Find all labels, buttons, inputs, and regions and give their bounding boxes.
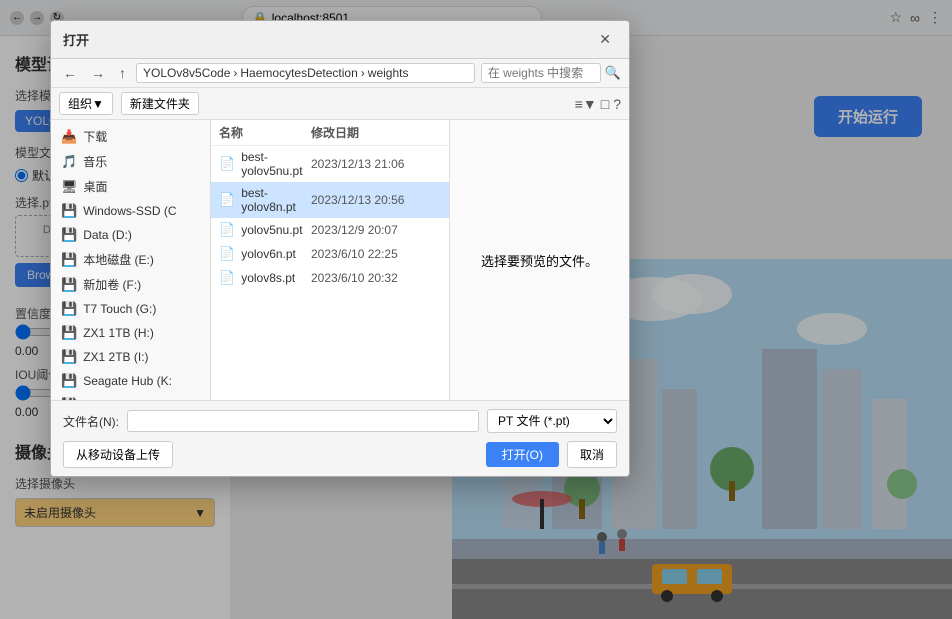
view-grid-button[interactable]: □ xyxy=(601,96,609,112)
drive-e-icon: 💾 xyxy=(61,252,77,268)
filetype-select[interactable]: PT 文件 (*.pt) xyxy=(487,409,617,433)
dialog-buttons: 从移动设备上传 打开(O) 取消 xyxy=(63,441,617,468)
view-options: ≡▼ □ ? xyxy=(575,96,621,112)
dialog-title-bar: 打开 ✕ xyxy=(51,21,629,59)
drive-l-icon: 💾 xyxy=(61,397,77,400)
breadcrumb-sep-1: › xyxy=(233,66,237,80)
filename-label: 文件名(N): xyxy=(63,413,119,430)
col-header-name: 名称 xyxy=(219,124,311,141)
nav-item-f-drive[interactable]: 💾新加卷 (F:) xyxy=(51,272,210,297)
breadcrumb-sep-2: › xyxy=(361,66,365,80)
new-folder-button[interactable]: 新建文件夹 xyxy=(121,92,199,115)
file-name-2: yolov5nu.pt xyxy=(241,223,311,237)
cancel-button[interactable]: 取消 xyxy=(567,441,617,468)
nav-item-download[interactable]: 📥下载 xyxy=(51,124,210,149)
drive-d-icon: 💾 xyxy=(61,227,77,243)
dialog-back-button[interactable]: ← xyxy=(59,63,81,83)
nav-item-k-drive[interactable]: 💾Seagate Hub (K: xyxy=(51,369,210,393)
file-item-4[interactable]: 📄 yolov8s.pt 2023/6/10 20:32 xyxy=(211,266,449,290)
file-name-4: yolov8s.pt xyxy=(241,271,311,285)
breadcrumb-2: HaemocytesDetection xyxy=(240,66,357,80)
music-icon: 🎵 xyxy=(61,154,77,170)
drive-h-icon: 💾 xyxy=(61,325,77,341)
file-item-2[interactable]: 📄 yolov5nu.pt 2023/12/9 20:07 xyxy=(211,218,449,242)
nav-item-c-drive[interactable]: 💾Windows-SSD (C xyxy=(51,199,210,223)
view-help-button[interactable]: ? xyxy=(613,96,621,112)
nav-item-l-drive[interactable]: 💾WD_BLACK (L:) xyxy=(51,393,210,400)
search-icon: 🔍 xyxy=(605,65,621,81)
nav-item-desktop[interactable]: 🖥桌面 xyxy=(51,174,210,199)
file-name-3: yolov6n.pt xyxy=(241,247,311,261)
breadcrumb-1: YOLOv8v5Code xyxy=(143,66,230,80)
file-item-0[interactable]: 📄 best-yolov5nu.pt 2023/12/13 21:06 xyxy=(211,146,449,182)
desktop-icon: 🖥 xyxy=(61,179,78,195)
file-name-1: best-yolov8n.pt xyxy=(241,186,311,214)
upload-from-device-button[interactable]: 从移动设备上传 xyxy=(63,441,173,468)
dialog-forward-button[interactable]: → xyxy=(87,63,109,83)
nav-item-h-drive[interactable]: 💾ZX1 1TB (H:) xyxy=(51,321,210,345)
file-item-1[interactable]: 📄 best-yolov8n.pt 2023/12/13 20:56 xyxy=(211,182,449,218)
dialog-up-button[interactable]: ↑ xyxy=(115,63,130,83)
drive-g-icon: 💾 xyxy=(61,301,77,317)
nav-item-music[interactable]: 🎵音乐 xyxy=(51,149,210,174)
file-dialog: 打开 ✕ ← → ↑ YOLOv8v5Code › HaemocytesDete… xyxy=(50,20,630,477)
file-icon-0: 📄 xyxy=(219,156,235,172)
nav-item-g-drive[interactable]: 💾T7 Touch (G:) xyxy=(51,297,210,321)
breadcrumb-bar: YOLOv8v5Code › HaemocytesDetection › wei… xyxy=(136,63,475,83)
drive-k-icon: 💾 xyxy=(61,373,77,389)
file-date-2: 2023/12/9 20:07 xyxy=(311,223,441,237)
filename-row: 文件名(N): PT 文件 (*.pt) xyxy=(63,409,617,433)
file-icon-3: 📄 xyxy=(219,246,235,262)
preview-empty-text: 选择要预览的文件。 xyxy=(481,251,598,270)
file-list-header: 名称 修改日期 xyxy=(211,120,449,146)
file-icon-4: 📄 xyxy=(219,270,235,286)
file-date-0: 2023/12/13 21:06 xyxy=(311,157,441,171)
file-preview-area: 选择要预览的文件。 xyxy=(449,120,629,400)
nav-item-i-drive[interactable]: 💾ZX1 2TB (I:) xyxy=(51,345,210,369)
filename-input[interactable] xyxy=(127,410,479,432)
drive-f-icon: 💾 xyxy=(61,277,77,293)
download-icon: 📥 xyxy=(61,129,77,145)
file-date-1: 2023/12/13 20:56 xyxy=(311,193,441,207)
file-date-3: 2023/6/10 22:25 xyxy=(311,247,441,261)
nav-item-e-drive[interactable]: 💾本地磁盘 (E:) xyxy=(51,247,210,272)
col-header-date: 修改日期 xyxy=(311,124,441,141)
file-list-area: 📥下载 🎵音乐 🖥桌面 💾Windows-SSD (C 💾Data (D:) 💾… xyxy=(51,120,629,400)
drive-i-icon: 💾 xyxy=(61,349,77,365)
dialog-title: 打开 xyxy=(63,30,89,49)
dialog-toolbar: ← → ↑ YOLOv8v5Code › HaemocytesDetection… xyxy=(51,59,629,88)
dialog-overlay: 打开 ✕ ← → ↑ YOLOv8v5Code › HaemocytesDete… xyxy=(0,0,952,619)
view-list-button[interactable]: ≡▼ xyxy=(575,96,597,112)
search-input[interactable] xyxy=(481,63,601,83)
search-bar: 🔍 xyxy=(481,63,621,83)
file-item-3[interactable]: 📄 yolov6n.pt 2023/6/10 22:25 xyxy=(211,242,449,266)
file-date-4: 2023/6/10 20:32 xyxy=(311,271,441,285)
dialog-close-button[interactable]: ✕ xyxy=(593,29,617,50)
file-icon-1: 📄 xyxy=(219,192,235,208)
file-icon-2: 📄 xyxy=(219,222,235,238)
organize-button[interactable]: 组织▼ xyxy=(59,92,113,115)
breadcrumb-3: weights xyxy=(368,66,409,80)
nav-item-d-drive[interactable]: 💾Data (D:) xyxy=(51,223,210,247)
open-button[interactable]: 打开(O) xyxy=(486,442,559,467)
dialog-bottom: 文件名(N): PT 文件 (*.pt) 从移动设备上传 打开(O) 取消 xyxy=(51,400,629,476)
sidebar-nav: 📥下载 🎵音乐 🖥桌面 💾Windows-SSD (C 💾Data (D:) 💾… xyxy=(51,120,211,400)
file-list: 名称 修改日期 📄 best-yolov5nu.pt 2023/12/13 21… xyxy=(211,120,449,400)
drive-c-icon: 💾 xyxy=(61,203,77,219)
dialog-action-bar: 组织▼ 新建文件夹 ≡▼ □ ? xyxy=(51,88,629,120)
file-name-0: best-yolov5nu.pt xyxy=(241,150,311,178)
